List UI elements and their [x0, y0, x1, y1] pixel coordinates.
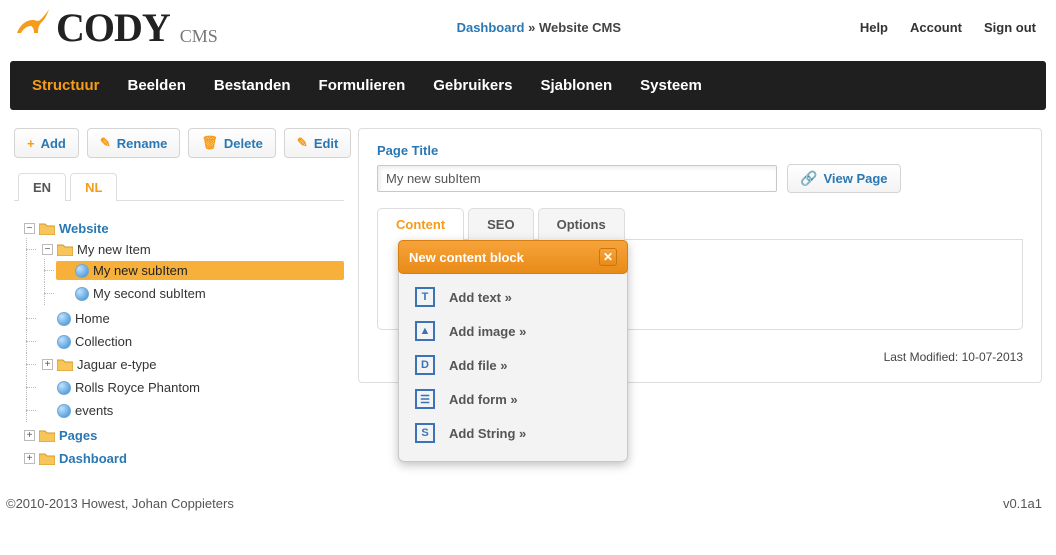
tree-toolbar: +Add ✎Rename 🗑Delete ✎Edit: [14, 128, 344, 158]
folder-icon: [39, 452, 55, 465]
tree-node-my-second-subitem[interactable]: My second subItem: [56, 284, 344, 303]
expand-icon[interactable]: +: [42, 359, 53, 370]
lang-tab-en[interactable]: EN: [18, 173, 66, 201]
add-string-button[interactable]: SAdd String »: [415, 423, 611, 443]
plus-icon: +: [27, 136, 35, 151]
folder-icon: [39, 429, 55, 442]
edit-button[interactable]: ✎Edit: [284, 128, 351, 158]
page-panel: Page Title 🔗View Page Content SEO Option…: [358, 128, 1042, 383]
string-icon: S: [415, 423, 435, 443]
globe-icon: [57, 404, 71, 418]
file-icon: D: [415, 355, 435, 375]
page-title-label: Page Title: [377, 143, 1023, 158]
tree-node-dashboard[interactable]: + Dashboard: [20, 449, 344, 468]
view-page-button[interactable]: 🔗View Page: [787, 164, 901, 193]
add-text-button[interactable]: TAdd text »: [415, 287, 611, 307]
nav-beelden[interactable]: Beelden: [128, 77, 186, 94]
collapse-icon[interactable]: −: [24, 223, 35, 234]
add-form-button[interactable]: ☰Add form »: [415, 389, 611, 409]
breadcrumb: Dashboard » Website CMS: [457, 20, 621, 35]
link-icon: 🔗: [800, 170, 817, 187]
help-link[interactable]: Help: [860, 20, 888, 35]
tree-node-jaguar[interactable]: +Jaguar e-type: [38, 355, 344, 374]
popover-title: New content block: [409, 250, 524, 265]
page-title-input[interactable]: [377, 165, 777, 192]
form-icon: ☰: [415, 389, 435, 409]
nav-bestanden[interactable]: Bestanden: [214, 77, 291, 94]
tab-options[interactable]: Options: [538, 208, 625, 240]
new-content-block-popover: New content block ✕ TAdd text » ▲Add ima…: [398, 240, 628, 462]
globe-icon: [75, 287, 89, 301]
content-tabs: Content SEO Options: [377, 207, 1023, 240]
globe-icon: [57, 312, 71, 326]
tab-seo[interactable]: SEO: [468, 208, 533, 240]
add-image-button[interactable]: ▲Add image »: [415, 321, 611, 341]
folder-icon: [57, 243, 73, 256]
breadcrumb-current: Website CMS: [539, 20, 621, 35]
pencil-icon: ✎: [297, 135, 308, 151]
trash-icon: 🗑: [201, 135, 218, 151]
tree-node-collection[interactable]: Collection: [38, 332, 344, 351]
add-file-button[interactable]: DAdd file »: [415, 355, 611, 375]
content-body: New content block ✕ TAdd text » ▲Add ima…: [377, 240, 1023, 330]
nav-structuur[interactable]: Structuur: [32, 77, 100, 94]
folder-icon: [39, 222, 55, 235]
signout-link[interactable]: Sign out: [984, 20, 1036, 35]
kangaroo-icon: [14, 7, 50, 35]
page-tree: − Website − My new Item: [14, 211, 344, 476]
nav-systeem[interactable]: Systeem: [640, 77, 702, 94]
nav-formulieren[interactable]: Formulieren: [319, 77, 406, 94]
image-icon: ▲: [415, 321, 435, 341]
tree-node-my-new-subitem[interactable]: My new subItem: [56, 261, 344, 280]
globe-icon: [57, 335, 71, 349]
language-tabs: EN NL: [14, 172, 344, 201]
pencil-icon: ✎: [100, 135, 111, 151]
footer-version: v0.1a1: [1003, 496, 1042, 511]
account-link[interactable]: Account: [910, 20, 962, 35]
logo: CODY CMS: [14, 4, 218, 51]
tree-node-my-new-item[interactable]: − My new Item: [38, 240, 344, 259]
close-icon[interactable]: ✕: [599, 248, 617, 266]
lang-tab-nl[interactable]: NL: [70, 173, 117, 201]
tree-node-website[interactable]: − Website: [20, 219, 344, 238]
add-button[interactable]: +Add: [14, 128, 79, 158]
tree-node-home[interactable]: Home: [38, 309, 344, 328]
nav-sjablonen[interactable]: Sjablonen: [540, 77, 612, 94]
globe-icon: [57, 381, 71, 395]
text-icon: T: [415, 287, 435, 307]
tree-node-events[interactable]: events: [38, 401, 344, 420]
logo-text: CODY: [56, 4, 170, 51]
nav-gebruikers[interactable]: Gebruikers: [433, 77, 512, 94]
tree-node-rolls[interactable]: Rolls Royce Phantom: [38, 378, 344, 397]
logo-suffix: CMS: [180, 26, 218, 47]
main-nav: Structuur Beelden Bestanden Formulieren …: [10, 61, 1046, 110]
delete-button[interactable]: 🗑Delete: [188, 128, 276, 158]
collapse-icon[interactable]: −: [42, 244, 53, 255]
rename-button[interactable]: ✎Rename: [87, 128, 180, 158]
folder-icon: [57, 358, 73, 371]
expand-icon[interactable]: +: [24, 430, 35, 441]
globe-icon: [75, 264, 89, 278]
tab-content[interactable]: Content: [377, 208, 464, 240]
footer-copyright: ©2010-2013 Howest, Johan Coppieters: [6, 496, 234, 511]
tree-node-pages[interactable]: + Pages: [20, 426, 344, 445]
breadcrumb-dashboard-link[interactable]: Dashboard: [457, 20, 525, 35]
expand-icon[interactable]: +: [24, 453, 35, 464]
